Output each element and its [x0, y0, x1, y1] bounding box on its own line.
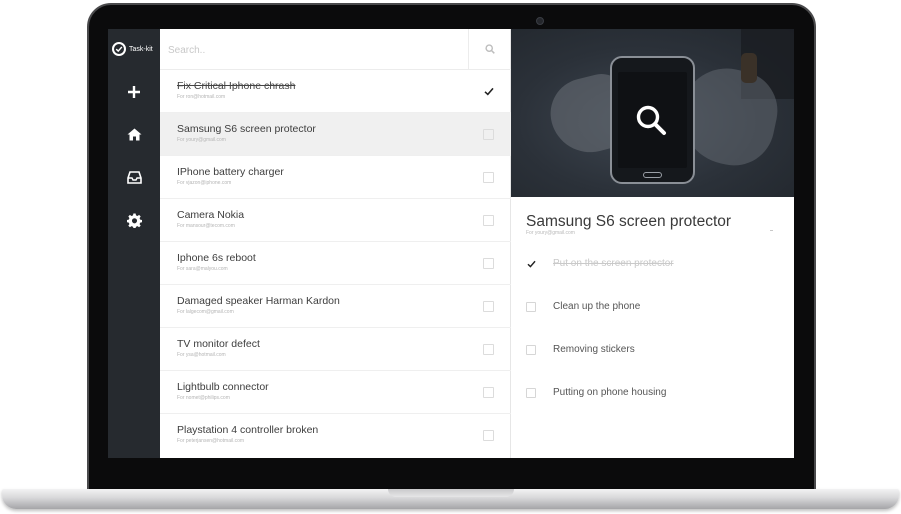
- detail-assignee: For youry@gmail.com: [526, 230, 575, 236]
- search-icon: [485, 41, 495, 59]
- sidebar-item-add[interactable]: [121, 79, 147, 105]
- task-title: Playstation 4 controller broken: [177, 424, 319, 436]
- task-assignee: For ysa@hotmail.com: [177, 352, 226, 358]
- task-row[interactable]: Damaged speaker Harman Kardon For lalgec…: [160, 285, 511, 328]
- task-assignee: For ron@hotmail.com: [177, 94, 226, 100]
- phone-home-button: [643, 172, 662, 178]
- task-title: Fix Critical Iphone chrash: [177, 80, 296, 92]
- task-assignee: For mansour@tecom.com: [177, 223, 235, 229]
- subtask-label: Removing stickers: [553, 344, 635, 355]
- sidebar-item-settings[interactable]: [121, 207, 147, 233]
- plus-icon: [127, 85, 141, 99]
- laptop-notch: [388, 489, 514, 497]
- task-assignee: For nomet@philips.com: [177, 395, 230, 401]
- search-button[interactable]: [468, 29, 511, 70]
- search-bar: [160, 29, 511, 70]
- task-title: Camera Nokia: [177, 209, 245, 221]
- task-row[interactable]: Playstation 4 controller broken For pete…: [160, 414, 511, 457]
- subtask-label: Put on the screen protector: [553, 258, 674, 269]
- app-screen: Task-kit Search.. Fix Critical Iphone ch…: [108, 29, 794, 458]
- task-assignee: For lalgecom@gmail.com: [177, 309, 234, 315]
- task-checkbox[interactable]: [483, 344, 494, 355]
- task-checkbox[interactable]: [483, 129, 494, 140]
- task-checkbox[interactable]: [483, 430, 494, 441]
- camera-icon: [536, 17, 544, 25]
- task-title: IPhone battery charger: [177, 166, 284, 178]
- checkmark-logo-icon: [112, 42, 126, 56]
- task-assignee: For youry@gmail.com: [177, 137, 226, 143]
- task-hero-image: [511, 29, 794, 197]
- home-icon: [127, 128, 142, 141]
- task-checkbox[interactable]: [483, 172, 494, 183]
- gear-icon: [126, 212, 142, 228]
- search-icon[interactable]: [634, 103, 668, 137]
- sidebar-item-home[interactable]: [121, 121, 147, 147]
- task-row[interactable]: Samsung S6 screen protector For youry@gm…: [160, 113, 511, 156]
- task-list: Fix Critical Iphone chrash For ron@hotma…: [160, 29, 511, 458]
- checkmark-icon: [526, 255, 536, 273]
- app-name: Task-kit: [129, 45, 153, 53]
- task-row[interactable]: Camera Nokia For mansour@tecom.com: [160, 199, 511, 242]
- subtask-checkbox[interactable]: [526, 388, 536, 398]
- task-assignee: For peterjansen@hotmail.com: [177, 438, 245, 444]
- subtask-item[interactable]: Removing stickers: [526, 343, 776, 359]
- task-title: TV monitor defect: [177, 338, 260, 350]
- task-checkbox[interactable]: [483, 387, 494, 398]
- task-checkbox[interactable]: [483, 301, 494, 312]
- watch-icon: [741, 53, 757, 83]
- task-title: Samsung S6 screen protector: [177, 123, 316, 135]
- task-detail-panel: Samsung S6 screen protector For youry@gm…: [511, 29, 794, 458]
- subtask-checkbox[interactable]: [526, 345, 536, 355]
- checkmark-icon: [483, 83, 494, 101]
- task-checkbox[interactable]: [483, 258, 494, 269]
- detail-menu[interactable]: [770, 230, 773, 231]
- subtask-label: Putting on phone housing: [553, 387, 667, 398]
- task-assignee: For vjazon@iphone.com: [177, 180, 232, 186]
- search-input[interactable]: [168, 40, 458, 60]
- task-title: Lightbulb connector: [177, 381, 269, 393]
- task-row[interactable]: Lightbulb connector For nomet@philips.co…: [160, 371, 511, 414]
- subtask-item[interactable]: Clean up the phone: [526, 300, 776, 316]
- subtask-checkbox[interactable]: [526, 302, 536, 312]
- task-assignee: For sara@malyou.com: [177, 266, 228, 272]
- task-checkbox[interactable]: [483, 215, 494, 226]
- subtask-item[interactable]: Put on the screen protector: [526, 257, 776, 273]
- sidebar-item-inbox[interactable]: [121, 164, 147, 190]
- task-row[interactable]: Fix Critical Iphone chrash For ron@hotma…: [160, 70, 511, 113]
- subtask-checkbox[interactable]: [526, 259, 536, 269]
- subtask-label: Clean up the phone: [553, 301, 641, 312]
- task-row[interactable]: IPhone battery charger For vjazon@iphone…: [160, 156, 511, 199]
- task-row[interactable]: Iphone 6s reboot For sara@malyou.com: [160, 242, 511, 285]
- task-title: Iphone 6s reboot: [177, 252, 256, 264]
- subtask-item[interactable]: Putting on phone housing: [526, 386, 776, 402]
- task-title: Damaged speaker Harman Kardon: [177, 295, 340, 307]
- task-row[interactable]: TV monitor defect For ysa@hotmail.com: [160, 328, 511, 371]
- detail-title: Samsung S6 screen protector: [526, 213, 732, 230]
- inbox-icon: [126, 170, 142, 184]
- app-logo[interactable]: Task-kit: [112, 41, 153, 57]
- sidebar: Task-kit: [108, 29, 160, 458]
- task-checkbox[interactable]: [483, 86, 494, 97]
